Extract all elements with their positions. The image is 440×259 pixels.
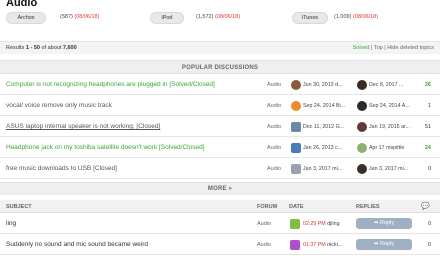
popular-discussions-heading: POPULAR DISCUSSIONS: [0, 60, 440, 74]
avatar: [357, 143, 367, 153]
reply-count: 0: [427, 221, 431, 227]
reply-count: 0: [427, 166, 431, 172]
popular-row[interactable]: vocal/ voice remove only music track Aud…: [0, 97, 440, 116]
reply-count: 24: [424, 145, 431, 151]
avatar: [291, 164, 301, 174]
reply-button[interactable]: ➦ Reply: [356, 218, 412, 229]
more-button[interactable]: MORE »: [0, 182, 440, 195]
solved-link[interactable]: Solved: [353, 45, 370, 51]
reply-count: 0: [427, 242, 431, 248]
avatar: [290, 240, 300, 250]
discussion-subject[interactable]: vocal/ voice remove only music track: [6, 102, 112, 109]
discussion-subject[interactable]: Computer is not recognizing headphones a…: [6, 81, 215, 88]
discussion-forum: Audio: [267, 166, 282, 172]
avatar: [291, 80, 301, 90]
avatar: [357, 164, 367, 174]
filter-archos-stats: (587) (08/06/18): [60, 14, 100, 20]
reply-count: 26: [424, 82, 431, 88]
filter-ipod-stats: (1,572) (08/06/18): [196, 14, 241, 20]
reply-button[interactable]: ➦ Reply: [356, 239, 412, 250]
topic-subject[interactable]: Suddenly no sound and mic sound became w…: [6, 241, 148, 248]
col-forum[interactable]: FORUM: [257, 204, 277, 210]
discussion-forum: Audio: [267, 124, 282, 130]
results-links: Solved | Top | Hide deleted topics: [352, 45, 434, 51]
hide-deleted-link[interactable]: Hide deleted topics: [387, 45, 434, 51]
popular-row[interactable]: Headphone jack on my toshiba satellite d…: [0, 139, 440, 158]
filter-ipod[interactable]: iPod: [150, 12, 184, 24]
discussion-subject[interactable]: free music downloads to USB [Closed]: [6, 165, 117, 172]
top-link[interactable]: Top: [374, 45, 383, 51]
last-post: Jan 3, 2017 mi...: [369, 166, 409, 172]
table-row[interactable]: Suddenly no sound and mic sound became w…: [0, 235, 440, 255]
avatar: [291, 143, 301, 153]
first-post: Jun 30, 2013 d...: [303, 82, 343, 88]
discussion-forum: Audio: [267, 145, 282, 151]
avatar: [357, 101, 367, 111]
discussion-subject[interactable]: Headphone jack on my toshiba satellite d…: [6, 144, 205, 151]
col-replies[interactable]: REPLIES: [356, 204, 380, 210]
popular-row[interactable]: Computer is not recognizing headphones a…: [0, 76, 440, 95]
avatar: [357, 122, 367, 132]
last-post: Dec 8, 2017 ...: [369, 82, 404, 88]
topic-forum: Audio: [257, 242, 272, 248]
topic-forum: Audio: [257, 221, 272, 227]
forum-filter-bar: Archos (587) (08/06/18) iPod (1,572) (08…: [0, 12, 440, 26]
first-post: Sep 24, 2014 Bi...: [303, 103, 346, 109]
topic-time: 02:29 PM djling: [303, 221, 340, 227]
col-date[interactable]: DATE: [289, 204, 304, 210]
first-post: Jan 3, 2017 mi...: [303, 166, 343, 172]
reply-count: 51: [424, 124, 431, 130]
last-post: Apr 17 mspittle: [369, 145, 405, 151]
last-post: Jan 19, 2015 ar...: [369, 124, 410, 130]
avatar: [291, 101, 301, 111]
comments-icon: 💬: [421, 203, 430, 210]
popular-row[interactable]: ASUS laptop internal speaker is not work…: [0, 118, 440, 137]
table-header: SUBJECT FORUM DATE REPLIES 💬: [0, 200, 440, 213]
topic-subject[interactable]: ling: [6, 220, 16, 227]
avatar: [357, 80, 367, 90]
table-row[interactable]: ling Audio 02:29 PM djling ➦ Reply 0: [0, 214, 440, 234]
discussion-forum: Audio: [267, 103, 282, 109]
results-bar: Results 1 - 50 of about 7,600 Solved | T…: [0, 41, 440, 54]
reply-count: 1: [427, 103, 431, 109]
first-post: Jan 26, 2013 c...: [303, 145, 343, 151]
popular-row[interactable]: free music downloads to USB [Closed] Aud…: [0, 160, 440, 179]
filter-archos[interactable]: Archos: [6, 12, 46, 24]
topic-time: 01:37 PM nicki...: [303, 242, 343, 248]
first-post: Dec 11, 2012 G...: [303, 124, 345, 130]
discussion-forum: Audio: [267, 82, 282, 88]
last-post: Sep 24, 2014 A...: [369, 103, 410, 109]
filter-itunes-stats: (1,009) (08/06/18): [334, 14, 379, 20]
col-subject[interactable]: SUBJECT: [6, 204, 32, 210]
results-count: Results 1 - 50 of about 7,600: [6, 45, 77, 51]
filter-itunes[interactable]: iTunes: [292, 12, 328, 24]
discussion-subject[interactable]: ASUS laptop internal speaker is not work…: [6, 123, 160, 130]
page-title: Audio: [6, 0, 38, 9]
avatar: [291, 122, 301, 132]
avatar: [290, 219, 300, 229]
